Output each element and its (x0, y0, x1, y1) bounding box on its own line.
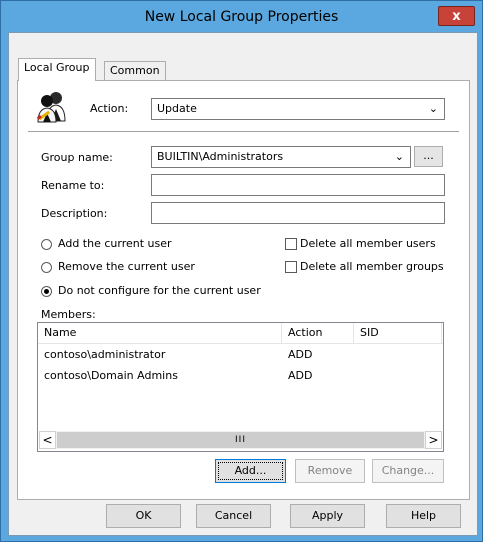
rename-to-field[interactable] (151, 174, 445, 196)
group-name-label: Group name: (41, 151, 113, 164)
close-button[interactable]: x (438, 6, 475, 26)
table-row[interactable]: contoso\administrator ADD (38, 345, 443, 365)
do-not-configure-radio[interactable] (41, 286, 52, 297)
title-bar[interactable]: New Local Group Properties x (1, 1, 482, 31)
do-not-configure-label[interactable]: Do not configure for the current user (58, 284, 261, 297)
column-header-sid[interactable]: SID (354, 323, 442, 343)
add-current-user-radio[interactable] (41, 239, 52, 250)
action-value: Update (157, 102, 197, 115)
group-name-combo[interactable]: BUILTIN\Administrators ⌄ (151, 146, 411, 168)
description-label: Description: (41, 207, 108, 220)
window-title: New Local Group Properties (144, 9, 339, 25)
group-name-value: BUILTIN\Administrators (157, 150, 284, 163)
member-action: ADD (288, 348, 313, 361)
tab-common[interactable]: Common (104, 61, 166, 81)
rename-to-label: Rename to: (41, 179, 105, 192)
apply-button[interactable]: Apply (290, 504, 365, 528)
tab-local-group[interactable]: Local Group (18, 58, 96, 81)
column-header-name[interactable]: Name (38, 323, 282, 343)
delete-member-groups-label[interactable]: Delete all member groups (300, 260, 444, 273)
delete-member-users-label[interactable]: Delete all member users (300, 237, 436, 250)
members-list-header: Name Action SID (38, 323, 443, 344)
member-action: ADD (288, 369, 313, 382)
action-dropdown[interactable]: Update ⌄ (151, 98, 445, 120)
scrollbar-thumb[interactable]: III (57, 432, 424, 448)
member-name: contoso\Domain Admins (44, 369, 178, 382)
add-current-user-label[interactable]: Add the current user (58, 237, 172, 250)
chevron-down-icon: ⌄ (394, 150, 404, 163)
users-icon (35, 89, 69, 123)
column-header-action[interactable]: Action (282, 323, 354, 343)
remove-member-button[interactable]: Remove (295, 459, 365, 483)
delete-member-users-checkbox[interactable] (285, 238, 297, 250)
scroll-left-button[interactable]: < (39, 431, 56, 449)
scroll-right-button[interactable]: > (425, 431, 442, 449)
separator-line (28, 131, 459, 132)
horizontal-scrollbar[interactable]: < III > (39, 431, 442, 449)
members-list[interactable]: Name Action SID contoso\administrator AD… (37, 322, 444, 452)
table-row[interactable]: contoso\Domain Admins ADD (38, 366, 443, 386)
remove-current-user-label[interactable]: Remove the current user (58, 260, 195, 273)
browse-group-button[interactable]: ... (414, 146, 443, 167)
chevron-down-icon: ⌄ (428, 102, 438, 115)
delete-member-groups-checkbox[interactable] (285, 261, 297, 273)
ok-button[interactable]: OK (106, 504, 181, 528)
member-name: contoso\administrator (44, 348, 166, 361)
change-member-button[interactable]: Change... (372, 459, 444, 483)
description-field[interactable] (151, 202, 445, 224)
remove-current-user-radio[interactable] (41, 262, 52, 273)
action-label: Action: (90, 102, 129, 115)
help-button[interactable]: Help (386, 504, 461, 528)
members-label: Members: (41, 308, 96, 321)
cancel-button[interactable]: Cancel (196, 504, 271, 528)
add-member-button[interactable]: Add... (215, 459, 286, 483)
